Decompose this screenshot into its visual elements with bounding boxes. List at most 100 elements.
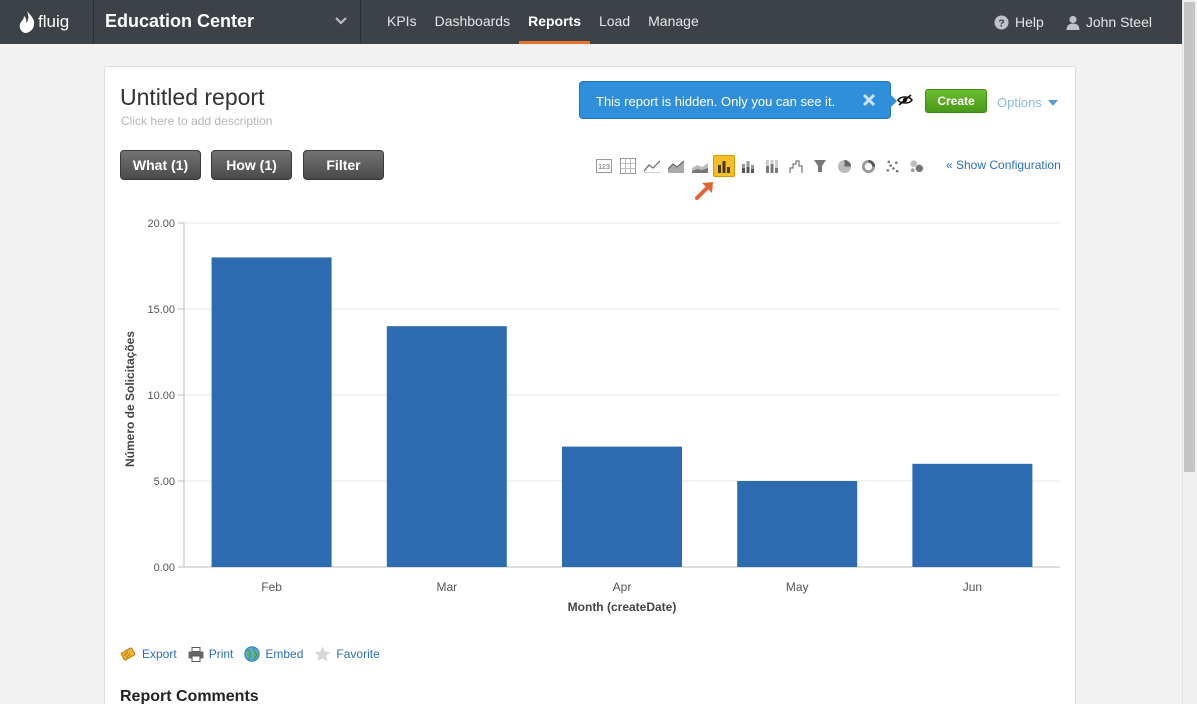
hidden-eye-icon[interactable] — [897, 94, 913, 106]
globe-icon — [244, 646, 261, 662]
chart-type-line[interactable] — [641, 155, 663, 177]
notice-tail — [890, 94, 897, 108]
x-axis-title: Month (createDate) — [568, 600, 677, 614]
chart-type-scatter[interactable] — [881, 155, 903, 177]
bar-chart: 0.00 5.00 10.00 15.00 20.00 Feb Mar Apr May Jun Mo… — [123, 218, 1060, 614]
stacked-area-icon — [692, 163, 708, 173]
app-title: Education Center — [105, 11, 255, 31]
scrollbar-thumb[interactable] — [1184, 2, 1195, 472]
help-label: Help — [1015, 14, 1044, 30]
bar-apr — [562, 446, 682, 567]
show-configuration-link[interactable]: « Show Configuration — [946, 158, 1061, 172]
y-tick-label: 5.00 — [154, 476, 175, 488]
donut-chart-icon — [861, 159, 875, 173]
bar-chart-icon — [718, 161, 730, 173]
embed-action[interactable]: Embed — [244, 646, 303, 662]
export-label: Export — [142, 647, 177, 661]
chart-type-area[interactable] — [665, 155, 687, 177]
top-navigation-bar: fluig Education Center KPIs Dashboards R… — [0, 0, 1182, 44]
print-action[interactable]: Print — [188, 646, 234, 662]
x-tick-label: Apr — [613, 580, 632, 594]
printer-icon — [188, 646, 204, 662]
chart-type-stacked-area[interactable] — [689, 155, 711, 177]
bar-jun — [912, 463, 1033, 567]
y-tick-label: 15.00 — [147, 304, 175, 316]
chart-type-toolbar: 123 — [593, 155, 929, 177]
number-icon: 123 — [596, 159, 612, 173]
user-menu[interactable]: John Steel — [1066, 14, 1152, 30]
nav-item-manage[interactable]: Manage — [639, 0, 708, 44]
bar-mar — [386, 326, 507, 567]
close-icon[interactable] — [862, 93, 876, 107]
app-switcher[interactable]: Education Center — [93, 0, 361, 44]
bubble-icon — [909, 159, 923, 172]
scatter-icon — [886, 160, 898, 172]
nav-item-load[interactable]: Load — [590, 0, 639, 44]
percent-bar-icon — [766, 160, 778, 173]
user-icon — [1066, 15, 1080, 30]
nav-item-kpis[interactable]: KPIs — [378, 0, 426, 44]
chart-type-pie[interactable] — [833, 155, 855, 177]
stacked-bar-icon — [742, 161, 754, 173]
options-dropdown[interactable]: Options — [997, 95, 1058, 110]
y-axis-title: Número de Solicitações — [123, 331, 137, 467]
chart-type-waterfall[interactable] — [785, 155, 807, 177]
line-chart-icon — [644, 160, 660, 173]
options-label: Options — [997, 95, 1042, 110]
user-name: John Steel — [1085, 14, 1152, 30]
nav-right: ? Help John Steel — [972, 0, 1152, 44]
how-button[interactable]: How (1) — [211, 150, 292, 180]
x-tick-label: Feb — [261, 580, 282, 594]
report-description[interactable]: Click here to add description — [121, 114, 272, 128]
chart-type-bubble[interactable] — [905, 155, 927, 177]
favorite-label: Favorite — [336, 647, 380, 661]
export-action[interactable]: Export — [120, 646, 177, 662]
waterfall-icon — [789, 160, 803, 173]
svg-text:?: ? — [998, 18, 1004, 29]
x-tick-label: Jun — [963, 580, 982, 594]
nav-item-reports[interactable]: Reports — [519, 0, 590, 44]
export-icon — [120, 647, 136, 661]
what-button[interactable]: What (1) — [120, 150, 201, 180]
bar-may — [737, 481, 858, 567]
x-tick-label: May — [786, 580, 809, 594]
filter-button[interactable]: Filter — [303, 150, 384, 180]
help-icon: ? — [994, 14, 1009, 30]
hidden-notice-text: This report is hidden. Only you can see … — [596, 94, 836, 109]
chart-type-stacked-bar[interactable] — [737, 155, 759, 177]
report-comments-title: Report Comments — [120, 688, 259, 704]
svg-text:123: 123 — [598, 164, 610, 171]
pie-chart-icon — [837, 159, 851, 173]
nav-item-dashboards[interactable]: Dashboards — [426, 0, 520, 44]
logo-text: fluig — [38, 12, 70, 31]
fluig-logo[interactable]: fluig — [18, 9, 69, 35]
main-nav: KPIs Dashboards Reports Load Manage — [378, 0, 708, 44]
chart-type-number[interactable]: 123 — [593, 155, 615, 177]
report-actions: Export Print Embed Favorite — [120, 646, 391, 662]
chart-type-donut[interactable] — [857, 155, 879, 177]
y-tick-label: 10.00 — [147, 390, 175, 402]
help-link[interactable]: ? Help — [994, 14, 1044, 30]
area-chart-icon — [668, 160, 684, 173]
chart-type-funnel[interactable] — [809, 155, 831, 177]
create-button[interactable]: Create — [925, 89, 987, 113]
embed-label: Embed — [265, 647, 304, 661]
print-label: Print — [208, 647, 234, 661]
funnel-icon — [814, 160, 826, 172]
star-icon — [315, 646, 331, 662]
y-tick-label: 0.00 — [154, 562, 175, 574]
y-tick-label: 20.00 — [147, 218, 175, 230]
hidden-report-notice: This report is hidden. Only you can see … — [579, 81, 897, 119]
chart-type-bar[interactable] — [713, 155, 735, 177]
x-tick-label: Mar — [436, 580, 457, 594]
chevron-down-icon — [335, 17, 347, 25]
chart-type-percent-bar[interactable] — [761, 155, 783, 177]
chart-type-table[interactable] — [617, 155, 639, 177]
bar-feb — [211, 257, 332, 567]
table-icon — [620, 158, 636, 174]
report-title[interactable]: Untitled report — [120, 84, 264, 111]
caret-down-icon — [1047, 99, 1058, 106]
favorite-action[interactable]: Favorite — [314, 646, 380, 662]
report-card: Untitled report Click here to add descri… — [104, 66, 1076, 704]
fluig-flame-icon — [19, 11, 35, 33]
